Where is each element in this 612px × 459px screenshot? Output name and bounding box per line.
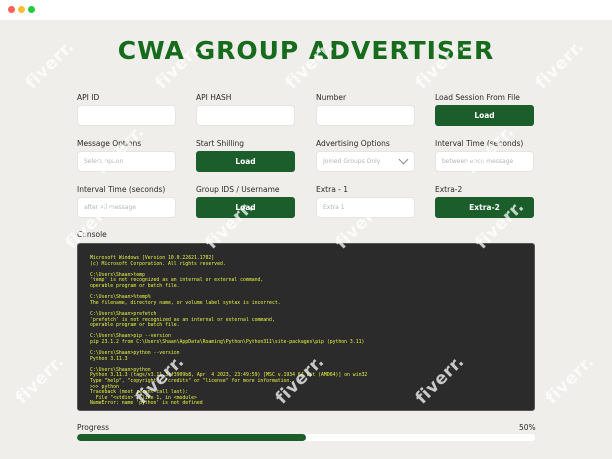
group-ids-label: Group IDS / Username — [196, 185, 280, 194]
group-ids-load-button[interactable]: Load — [196, 197, 295, 218]
start-shilling-button[interactable]: Load — [196, 151, 295, 172]
interval-time-label-1: Interval Time (seconds) — [435, 139, 524, 148]
start-shilling-label: Start Shilling — [196, 139, 245, 148]
extra-2-button[interactable]: Extra-2 — [435, 197, 534, 218]
message-options-placeholder: Select option — [84, 158, 124, 165]
message-options-input[interactable]: Select option — [77, 151, 176, 172]
api-id-label: API ID — [77, 93, 100, 102]
progress-bar — [77, 434, 535, 441]
interval-time-placeholder-1: between each message — [442, 158, 514, 165]
extra-1-placeholder: Extra 1 — [323, 204, 345, 211]
minimize-window-icon[interactable] — [18, 6, 25, 13]
api-hash-label: API HASH — [196, 93, 232, 102]
progress-label: Progress — [77, 423, 110, 432]
advertising-options-select[interactable]: Joined Groups Only — [316, 151, 415, 172]
maximize-window-icon[interactable] — [28, 6, 35, 13]
fiverr-watermark: fiverr. — [541, 351, 599, 409]
close-window-icon[interactable] — [8, 6, 15, 13]
advertising-options-value: Joined Groups Only — [323, 158, 381, 165]
extra-2-label: Extra-2 — [435, 185, 463, 194]
console-label: Console — [77, 230, 107, 239]
interval-time-input-2[interactable]: after all message — [77, 197, 176, 218]
interval-time-placeholder-2: after all message — [84, 204, 136, 211]
fiverr-watermark: fiverr. — [11, 351, 69, 409]
console-text: Microsoft Windows [Version 10.0.22621.17… — [90, 256, 522, 407]
interval-time-input-1[interactable]: between each message — [435, 151, 534, 172]
progress-fill — [77, 434, 306, 441]
message-options-label: Message Options — [77, 139, 142, 148]
number-label: Number — [316, 93, 347, 102]
chevron-down-icon — [398, 154, 409, 165]
console-output[interactable]: Microsoft Windows [Version 10.0.22621.17… — [77, 243, 535, 411]
app-title: CWA GROUP ADVERTISER — [117, 36, 495, 65]
progress-percent: 50% — [519, 423, 536, 432]
api-id-input[interactable] — [77, 105, 176, 126]
load-session-label: Load Session From File — [435, 93, 520, 102]
extra-1-input[interactable]: Extra 1 — [316, 197, 415, 218]
api-hash-input[interactable] — [196, 105, 295, 126]
advertising-options-label: Advertising Options — [316, 139, 390, 148]
number-input[interactable] — [316, 105, 415, 126]
window-titlebar — [0, 0, 612, 20]
console-line: NameError: name 'python' is not defined — [90, 401, 203, 407]
extra-1-label: Extra - 1 — [316, 185, 349, 194]
load-session-button[interactable]: Load — [435, 105, 534, 126]
interval-time-label-2: Interval Time (seconds) — [77, 185, 166, 194]
